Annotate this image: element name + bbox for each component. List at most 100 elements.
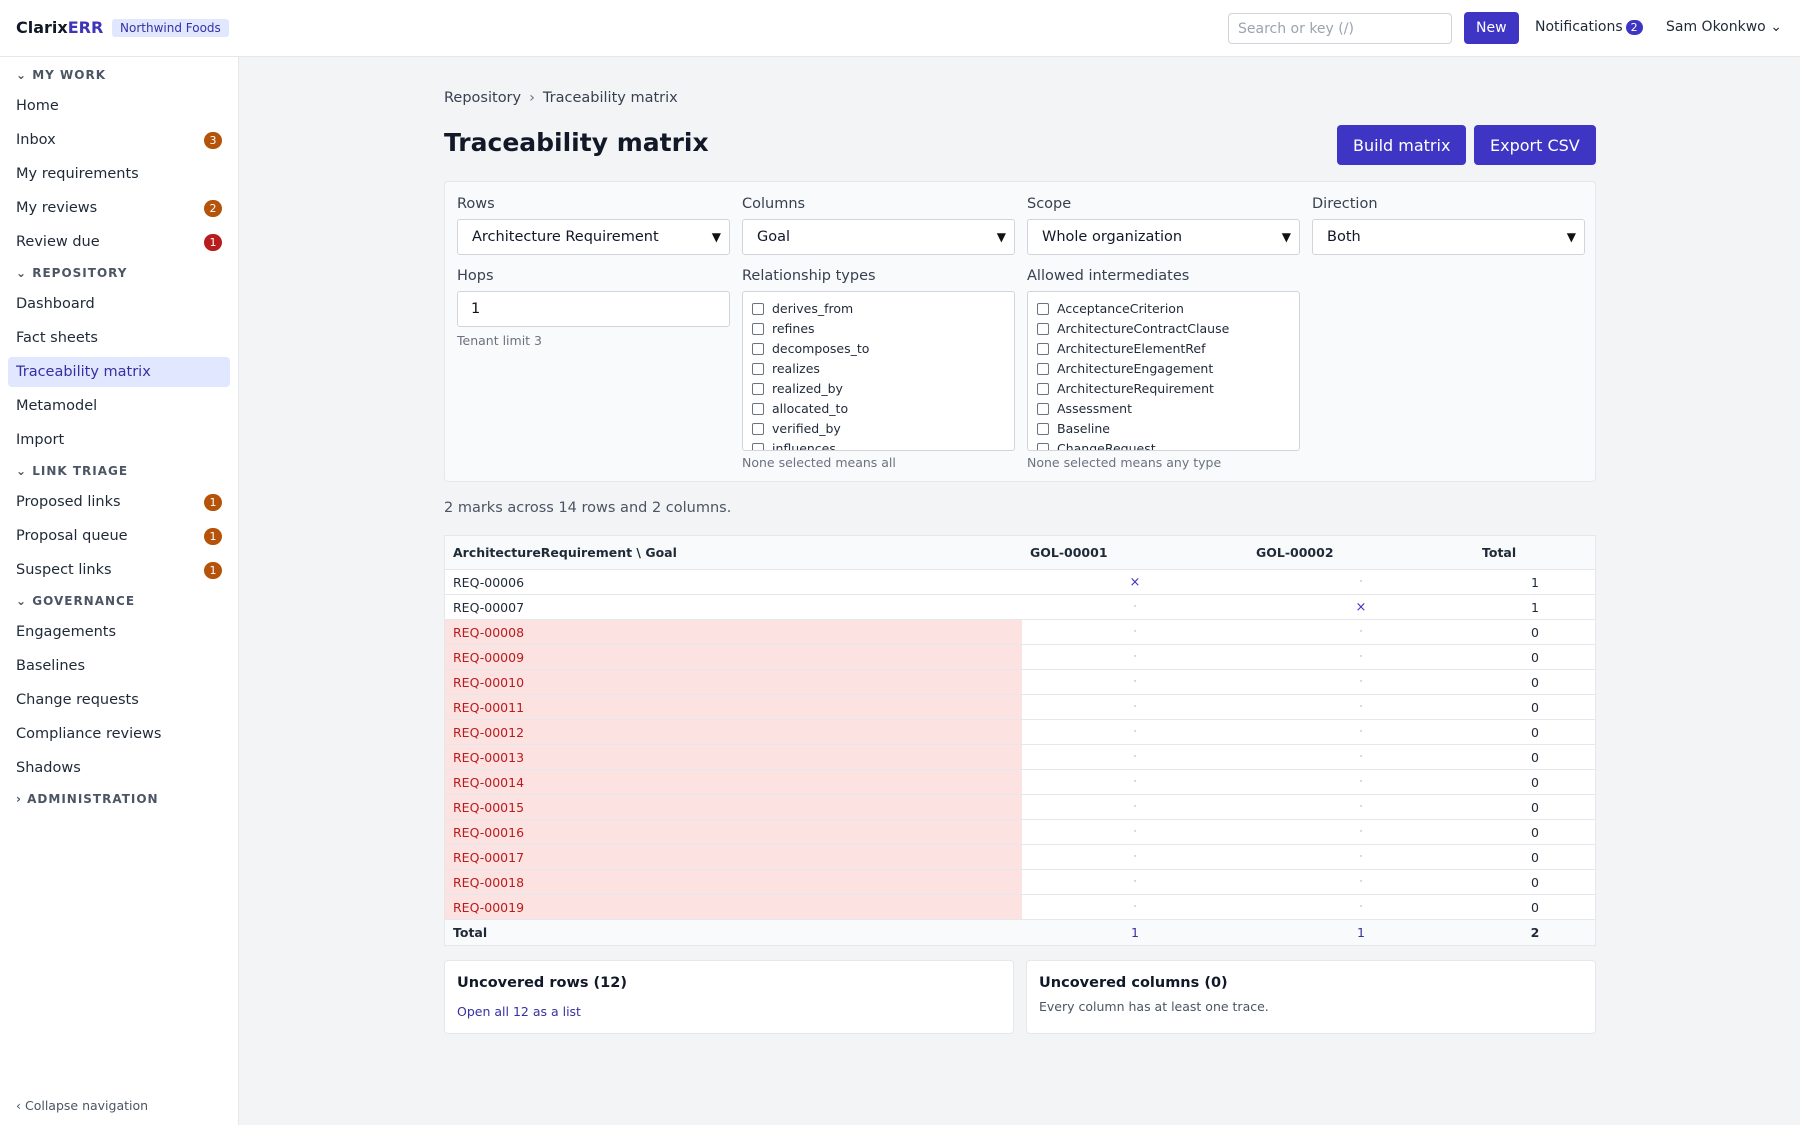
empty-cell[interactable]: ·	[1248, 845, 1474, 869]
sidebar-item-home[interactable]: Home	[8, 91, 230, 121]
scope-select[interactable]: Whole organization ▼	[1027, 219, 1300, 255]
section-administration[interactable]: › ADMINISTRATION	[16, 792, 159, 806]
empty-cell[interactable]: ·	[1022, 820, 1248, 844]
checkbox-refines[interactable]: refines	[752, 321, 815, 336]
hops-input[interactable]: 1	[457, 291, 730, 327]
sidebar-item-metamodel[interactable]: Metamodel	[8, 391, 230, 421]
empty-cell[interactable]: ·	[1248, 670, 1474, 694]
section-governance[interactable]: ⌄ GOVERNANCE	[16, 594, 135, 608]
empty-cell[interactable]: ·	[1022, 620, 1248, 644]
empty-cell[interactable]: ·	[1248, 570, 1474, 594]
checkbox-architecture-element-ref[interactable]: ArchitectureElementRef	[1037, 341, 1206, 356]
row-id[interactable]: REQ-00010	[445, 670, 1022, 694]
user-menu[interactable]: Sam Okonkwo ⌄	[1666, 19, 1782, 35]
rows-select[interactable]: Architecture Requirement ▼	[457, 219, 730, 255]
row-id[interactable]: REQ-00007	[445, 595, 1022, 619]
empty-cell[interactable]: ·	[1248, 870, 1474, 894]
sidebar-item-engagements[interactable]: Engagements	[8, 617, 230, 647]
checkbox-baseline[interactable]: Baseline	[1037, 421, 1110, 436]
section-link-triage[interactable]: ⌄ LINK TRIAGE	[16, 464, 128, 478]
empty-cell[interactable]: ·	[1248, 795, 1474, 819]
sidebar-item-review-due[interactable]: Review due 1	[8, 227, 230, 257]
checkbox-verified-by[interactable]: verified_by	[752, 421, 841, 436]
sidebar-item-inbox[interactable]: Inbox 3	[8, 125, 230, 155]
empty-cell[interactable]: ·	[1248, 720, 1474, 744]
empty-cell[interactable]: ·	[1022, 595, 1248, 619]
direction-select[interactable]: Both ▼	[1312, 219, 1585, 255]
row-id[interactable]: REQ-00015	[445, 795, 1022, 819]
empty-cell[interactable]: ·	[1022, 845, 1248, 869]
empty-cell[interactable]: ·	[1248, 895, 1474, 919]
checkbox-decomposes-to[interactable]: decomposes_to	[752, 341, 869, 356]
checkbox-architecture-requirement[interactable]: ArchitectureRequirement	[1037, 381, 1214, 396]
app-logo[interactable]: ClarixERR	[16, 18, 103, 37]
empty-cell[interactable]: ·	[1248, 620, 1474, 644]
empty-cell[interactable]: ·	[1022, 745, 1248, 769]
empty-cell[interactable]: ·	[1022, 895, 1248, 919]
sidebar-item-my-requirements[interactable]: My requirements	[8, 159, 230, 189]
search-input[interactable]	[1228, 13, 1452, 44]
checkbox-realizes[interactable]: realizes	[752, 361, 820, 376]
sidebar-item-fact-sheets[interactable]: Fact sheets	[8, 323, 230, 353]
row-id[interactable]: REQ-00008	[445, 620, 1022, 644]
checkbox-architecture-contract-clause[interactable]: ArchitectureContractClause	[1037, 321, 1229, 336]
row-id[interactable]: REQ-00009	[445, 645, 1022, 669]
column-header-gol-00001[interactable]: GOL-00001	[1022, 536, 1248, 569]
section-repository[interactable]: ⌄ REPOSITORY	[16, 266, 127, 280]
sidebar-item-shadows[interactable]: Shadows	[8, 753, 230, 783]
checkbox-realized-by[interactable]: realized_by	[752, 381, 843, 396]
empty-cell[interactable]: ·	[1248, 645, 1474, 669]
sidebar-item-baselines[interactable]: Baselines	[8, 651, 230, 681]
checkbox-change-request[interactable]: ChangeRequest	[1037, 441, 1156, 450]
tenant-badge[interactable]: Northwind Foods	[112, 19, 229, 37]
empty-cell[interactable]: ·	[1022, 645, 1248, 669]
row-id[interactable]: REQ-00018	[445, 870, 1022, 894]
empty-cell[interactable]: ·	[1022, 770, 1248, 794]
sidebar-item-suspect-links[interactable]: Suspect links 1	[8, 555, 230, 585]
checkbox-architecture-engagement[interactable]: ArchitectureEngagement	[1037, 361, 1213, 376]
relationship-types-list[interactable]: derives_from refines decomposes_to reali…	[742, 291, 1015, 451]
checkbox-acceptance-criterion[interactable]: AcceptanceCriterion	[1037, 301, 1184, 316]
trace-mark-cell[interactable]: ×	[1022, 570, 1248, 594]
build-matrix-button[interactable]: Build matrix	[1337, 125, 1467, 165]
empty-cell[interactable]: ·	[1022, 670, 1248, 694]
row-id[interactable]: REQ-00006	[445, 570, 1022, 594]
sidebar-item-change-requests[interactable]: Change requests	[8, 685, 230, 715]
checkbox-assessment[interactable]: Assessment	[1037, 401, 1132, 416]
export-csv-button[interactable]: Export CSV	[1474, 125, 1596, 165]
sidebar-item-import[interactable]: Import	[8, 425, 230, 455]
empty-cell[interactable]: ·	[1022, 720, 1248, 744]
new-button[interactable]: New	[1464, 12, 1519, 44]
column-header-gol-00002[interactable]: GOL-00002	[1248, 536, 1474, 569]
row-id[interactable]: REQ-00013	[445, 745, 1022, 769]
checkbox-derives-from[interactable]: derives_from	[752, 301, 853, 316]
sidebar-item-my-reviews[interactable]: My reviews 2	[8, 193, 230, 223]
sidebar-item-traceability-matrix[interactable]: Traceability matrix	[8, 357, 230, 387]
empty-cell[interactable]: ·	[1248, 745, 1474, 769]
sidebar-item-proposal-queue[interactable]: Proposal queue 1	[8, 521, 230, 551]
checkbox-allocated-to[interactable]: allocated_to	[752, 401, 848, 416]
columns-select[interactable]: Goal ▼	[742, 219, 1015, 255]
empty-cell[interactable]: ·	[1022, 795, 1248, 819]
trace-mark-cell[interactable]: ×	[1248, 595, 1474, 619]
row-id[interactable]: REQ-00019	[445, 895, 1022, 919]
row-id[interactable]: REQ-00014	[445, 770, 1022, 794]
row-id[interactable]: REQ-00017	[445, 845, 1022, 869]
empty-cell[interactable]: ·	[1248, 820, 1474, 844]
row-id[interactable]: REQ-00016	[445, 820, 1022, 844]
row-id[interactable]: REQ-00011	[445, 695, 1022, 719]
sidebar-item-dashboard[interactable]: Dashboard	[8, 289, 230, 319]
sidebar-item-proposed-links[interactable]: Proposed links 1	[8, 487, 230, 517]
checkbox-influences[interactable]: influences	[752, 441, 836, 450]
empty-cell[interactable]: ·	[1022, 870, 1248, 894]
open-uncovered-list-link[interactable]: Open all 12 as a list	[457, 1004, 581, 1019]
empty-cell[interactable]: ·	[1022, 695, 1248, 719]
allowed-intermediates-list[interactable]: AcceptanceCriterion ArchitectureContract…	[1027, 291, 1300, 451]
empty-cell[interactable]: ·	[1248, 770, 1474, 794]
section-my-work[interactable]: ⌄ MY WORK	[16, 68, 106, 82]
notifications-button[interactable]: Notifications 2	[1535, 19, 1643, 35]
breadcrumb-repository[interactable]: Repository	[444, 90, 521, 106]
collapse-navigation-button[interactable]: ‹ Collapse navigation	[16, 1098, 148, 1113]
empty-cell[interactable]: ·	[1248, 695, 1474, 719]
row-id[interactable]: REQ-00012	[445, 720, 1022, 744]
